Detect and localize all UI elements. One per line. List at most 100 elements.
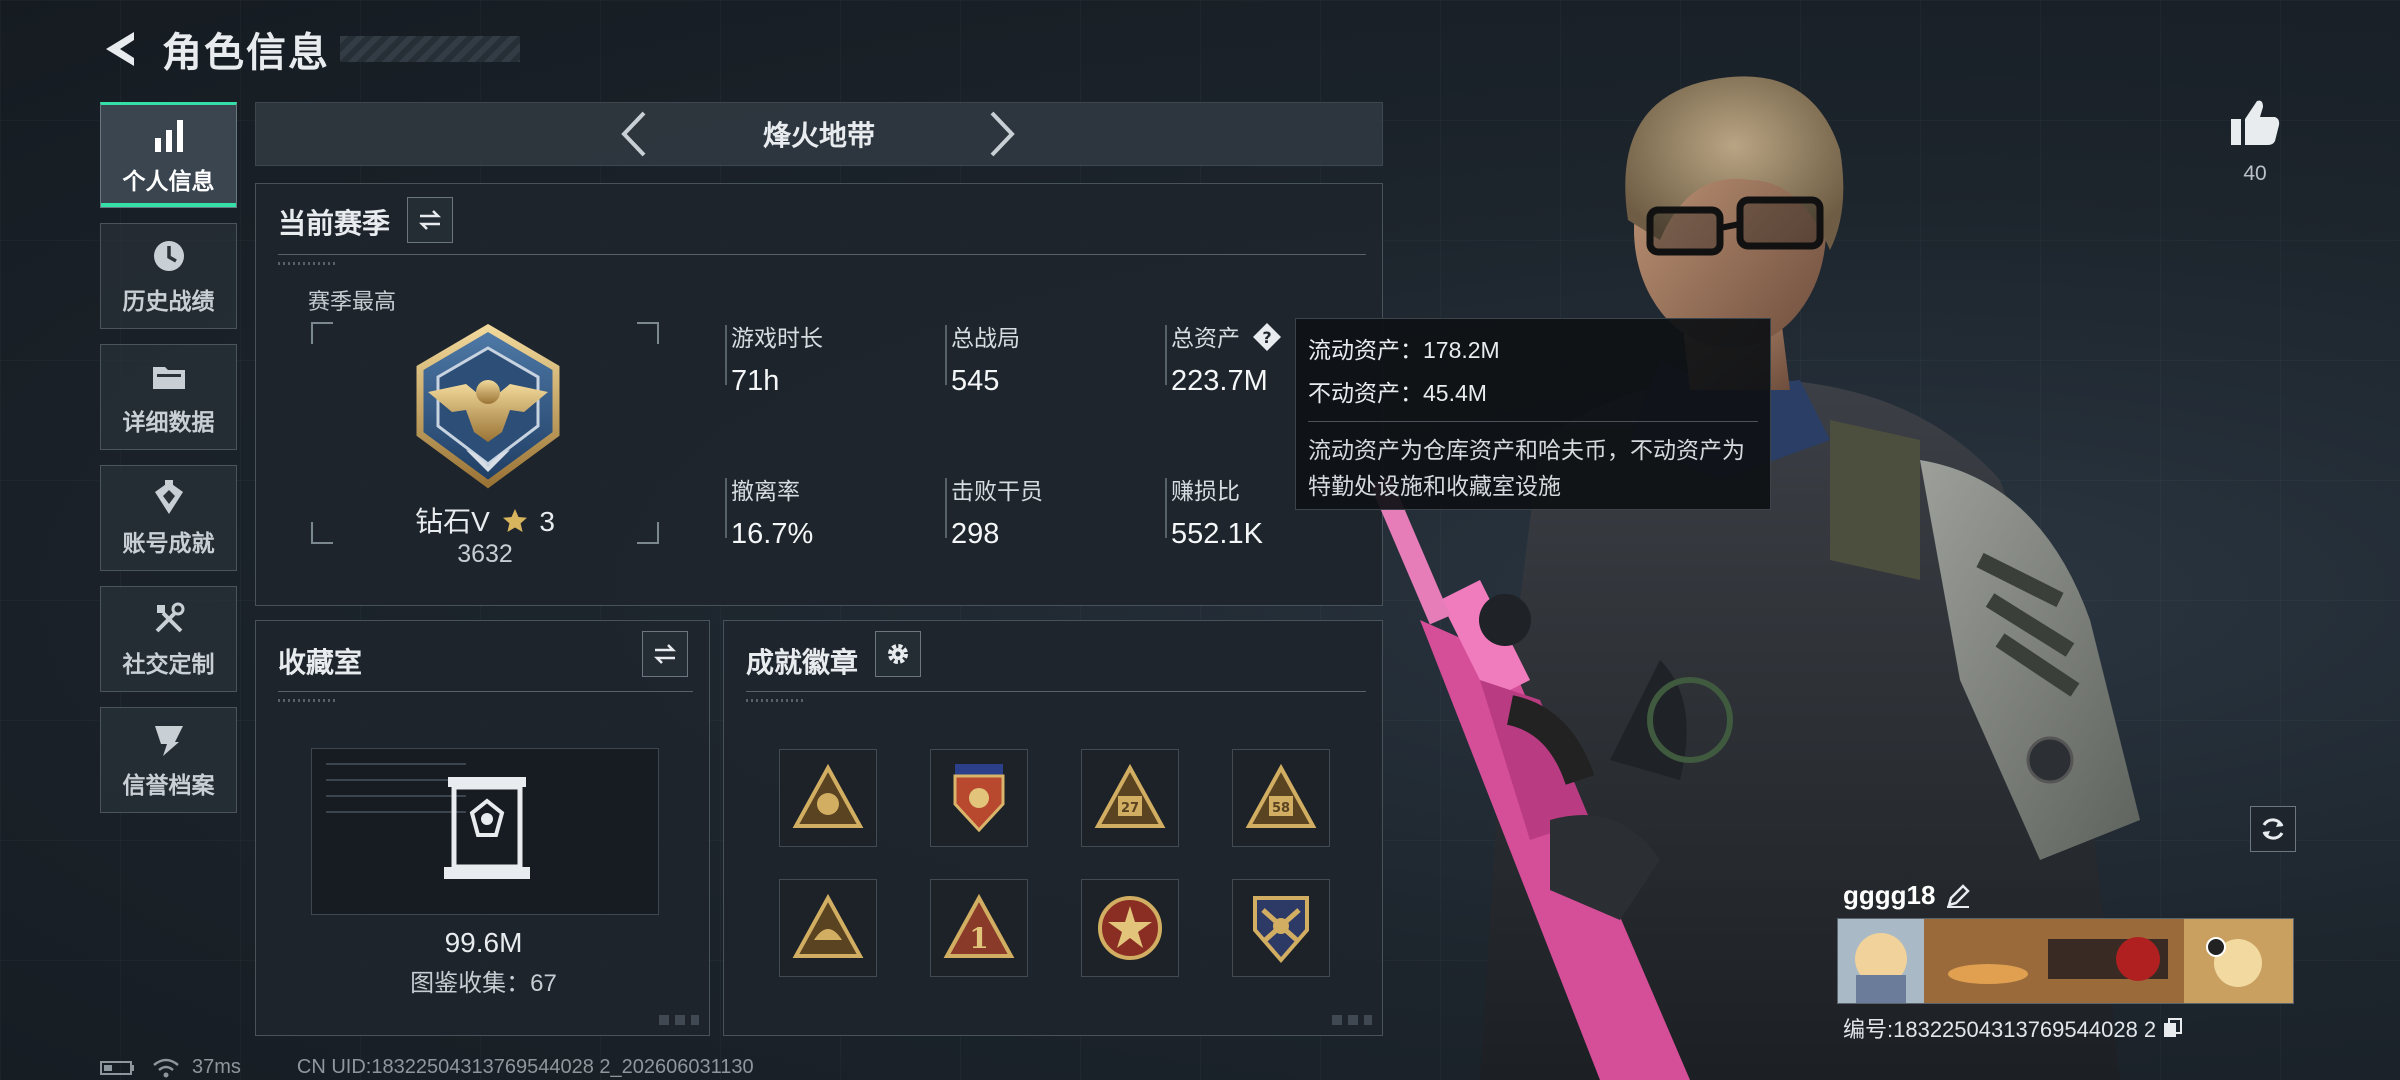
triangle-badge-icon: 1 [943,893,1015,958]
triangle-badge-icon [792,893,864,958]
title-decoration [340,36,520,62]
back-arrow-icon[interactable] [100,28,142,70]
badge-slot-8[interactable] [1232,879,1330,977]
stat-label: 撤离率 [731,478,800,504]
sidebar-item-achievements[interactable]: 账号成就 [100,465,237,571]
badge-slot-4[interactable]: 58 [1232,749,1330,847]
mode-switcher: 烽火地带 [255,102,1383,166]
achievement-badges-panel: 成就徽章 27 58 1 [723,620,1383,1036]
stat-extraction-rate: 撤离率 16.7% [724,472,814,551]
stat-label: 总战局 [951,325,1020,351]
badge-slot-2[interactable] [930,749,1028,847]
collection-count: 图鉴收集：67 [410,970,557,997]
stat-label: 总资产 [1171,325,1240,351]
badge-slot-3[interactable]: 27 [1081,749,1179,847]
badge-slot-7[interactable] [1081,879,1179,977]
page-title: 角色信息 [162,31,330,75]
sidebar-item-history[interactable]: 历史战绩 [100,223,237,329]
edit-pencil-icon[interactable] [1945,883,1971,909]
history-clock-icon [153,241,184,271]
sidebar-item-reputation[interactable]: 信誉档案 [100,707,237,813]
player-id-row: 编号:18322504313769544028 2 [1843,1012,2184,1044]
divider [278,691,693,702]
season-switch-button[interactable] [407,197,453,243]
help-icon[interactable]: ? [1252,322,1282,352]
copy-icon[interactable] [2162,1017,2184,1039]
sidebar-item-detailed-data[interactable]: 详细数据 [100,344,237,450]
rank-score: 3632 [457,540,513,568]
gear-icon [888,644,908,664]
collection-display-box[interactable] [311,748,659,915]
assets-description: 流动资产为仓库资产和哈夫币，不动资产为特勤处设施和收藏室设施 [1308,437,1745,499]
star-icon [502,509,527,532]
badge-slot-5[interactable] [779,879,877,977]
swap-arrows-icon [418,210,442,230]
season-best-label: 赛季最高 [308,289,397,314]
stat-label: 赚损比 [1171,478,1240,504]
stat-value: 71h [731,365,780,397]
sidebar-item-label: 详细数据 [122,409,215,435]
battery-icon [100,1060,134,1075]
rank-name-line: 钻石V 3 [311,500,659,540]
refresh-icon [2262,818,2284,840]
stat-profit-loss-ratio: 赚损比 552.1K [1165,472,1263,551]
trophy-case-icon [444,777,530,879]
thumbs-up-icon [2231,100,2280,145]
rank-stars: 3 [539,506,555,537]
season-title: 当前赛季 [278,208,391,239]
mode-title: 烽火地带 [762,120,875,151]
divider [746,691,1366,702]
liquid-assets: 流动资产：178.2M [1308,337,1500,363]
sidebar-item-social-custom[interactable]: 社交定制 [100,586,237,692]
frame-corner [637,322,659,344]
badges-title: 成就徽章 [746,647,859,678]
stat-label: 游戏时长 [731,325,823,351]
player-name: gggg18 [1843,880,1936,910]
rank-name: 钻石V [415,506,490,537]
like-button[interactable]: 40 [2225,95,2285,186]
stat-operators-defeated: 击败干员 298 [945,472,1043,551]
sidebar: 个人信息 历史战绩 详细数据 账号成就 社交定制 信誉档案 [100,102,237,828]
stat-play-time: 游戏时长 71h [725,319,823,398]
sidebar-item-label: 历史战绩 [122,288,215,314]
collection-value: 99.6M [444,927,523,958]
badges-settings-button[interactable] [875,631,921,677]
tooltip-divider [1308,421,1758,422]
refresh-button[interactable] [2250,806,2296,852]
collection-switch-button[interactable] [642,631,688,677]
uid-text: CN UID:18322504313769544028 2_2026060311… [296,1056,754,1078]
rank-display: 钻石V 3 3632 [311,322,659,568]
round-star-badge-icon [1098,896,1162,960]
achievement-icon [154,480,183,514]
triangle-badge-icon: 27 [1094,763,1166,828]
badge-slot-1[interactable] [779,749,877,847]
svg-text:?: ? [1263,328,1272,347]
stat-value: 16.7% [731,518,814,550]
name-card-image [1838,919,2293,1003]
shield-badge-icon [953,764,1005,833]
frame-corner [311,322,333,344]
player-name-row: gggg18 [1843,880,1971,911]
like-count: 40 [2243,162,2267,185]
status-footer: 37ms CN UID:18322504313769544028 2_20260… [100,1056,754,1079]
stat-value: 552.1K [1171,518,1263,550]
badge-number: 27 [1121,801,1139,816]
rank-emblem-icon [416,323,560,489]
divider [278,254,1366,265]
crest-badge-icon [1253,896,1309,964]
sidebar-item-label: 社交定制 [122,651,215,677]
next-mode-arrow-icon[interactable] [984,109,1020,159]
stat-label: 击败干员 [951,478,1043,504]
sidebar-item-personal-info[interactable]: 个人信息 [100,102,237,208]
previous-mode-arrow-icon[interactable] [616,109,652,159]
player-id: 编号:18322504313769544028 2 [1843,1017,2157,1042]
player-name-card[interactable] [1837,918,2294,1004]
fixed-assets: 不动资产：45.4M [1308,380,1487,406]
badge-number: 1 [969,922,988,955]
folder-icon [152,367,185,389]
collection-title: 收藏室 [278,647,363,678]
tools-icon [155,602,184,633]
badge-slot-6[interactable]: 1 [930,879,1028,977]
stat-total-matches: 总战局 545 [945,319,1020,398]
stat-total-assets: 总资产 ? 223.7M [1164,319,1282,398]
